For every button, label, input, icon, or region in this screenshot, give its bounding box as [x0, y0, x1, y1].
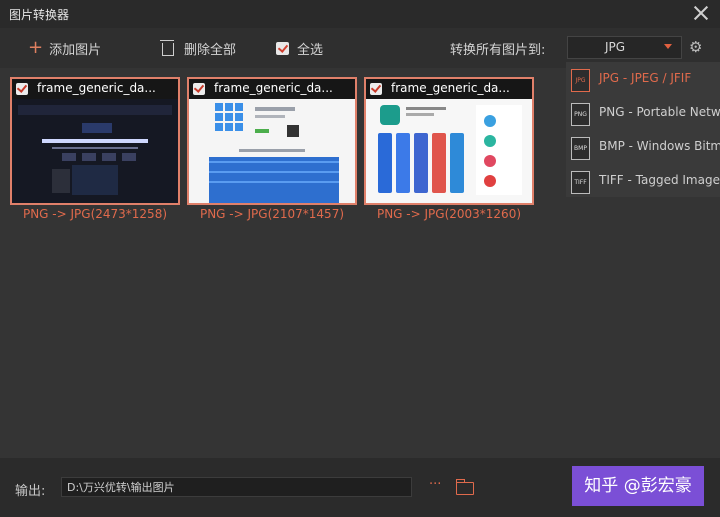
checkbox-icon — [276, 41, 289, 55]
close-icon[interactable] — [692, 4, 710, 22]
card-header: frame_generic_da... — [366, 79, 532, 99]
card-checkbox[interactable] — [193, 83, 205, 95]
card-checkbox[interactable] — [16, 83, 28, 95]
thumbnail-graphic — [366, 99, 532, 203]
format-option-bmp[interactable]: BMP BMP - Windows Bitmap — [566, 130, 720, 164]
format-option-png[interactable]: PNG PNG - Portable Networ — [566, 96, 720, 130]
format-dropdown[interactable]: JPG — [567, 36, 682, 59]
add-images-button[interactable]: + 添加图片 — [28, 38, 101, 58]
image-thumbnail — [189, 99, 355, 203]
card-filename: frame_generic_da... — [37, 81, 156, 95]
png-file-icon: PNG — [571, 103, 590, 126]
folder-icon[interactable] — [456, 479, 474, 495]
format-option-label: BMP - Windows Bitmap — [599, 139, 720, 153]
title-bar: 图片转换器 — [0, 0, 720, 28]
image-card[interactable]: frame_generic_da... — [187, 77, 357, 205]
image-converter-window: 图片转换器 + 添加图片 删除全部 全选 转换所有图片到: JPG ⚙ fram… — [0, 0, 720, 517]
format-option-label: JPG - JPEG / JFIF — [599, 71, 692, 85]
card-header: frame_generic_da... — [12, 79, 178, 99]
bmp-file-icon: BMP — [571, 137, 590, 160]
window-title: 图片转换器 — [9, 8, 70, 22]
delete-all-label: 删除全部 — [184, 42, 237, 58]
format-option-tiff[interactable]: TIFF TIFF - Tagged Image — [566, 164, 720, 198]
format-option-jpg[interactable]: JPG JPG - JPEG / JFIF — [566, 62, 720, 96]
card-conversion-info: PNG -> JPG(2473*1258) — [22, 207, 168, 221]
image-card[interactable]: frame_generic_da... — [10, 77, 180, 205]
thumbnail-graphic — [189, 99, 355, 203]
trash-icon — [160, 39, 174, 56]
convert-button[interactable]: 知乎 @彭宏豪 — [572, 466, 704, 506]
format-menu: JPG JPG - JPEG / JFIF PNG PNG - Portable… — [566, 62, 720, 197]
add-images-label: 添加图片 — [49, 42, 102, 58]
chevron-down-icon — [664, 44, 672, 49]
convert-all-to-label: 转换所有图片到: — [450, 43, 546, 58]
card-conversion-info: PNG -> JPG(2003*1260) — [376, 207, 522, 221]
card-header: frame_generic_da... — [189, 79, 355, 99]
thumbnail-graphic — [12, 99, 178, 203]
select-all-label: 全选 — [297, 42, 324, 58]
jpg-file-icon: JPG — [571, 69, 590, 92]
card-filename: frame_generic_da... — [391, 81, 510, 95]
plus-icon: + — [28, 37, 44, 58]
delete-all-button[interactable]: 删除全部 — [160, 38, 237, 58]
output-path-field[interactable]: D:\万兴优转\输出图片 — [61, 477, 412, 497]
image-thumbnail — [12, 99, 178, 203]
tiff-file-icon: TIFF — [571, 171, 590, 194]
image-card[interactable]: frame_generic_da... — [364, 77, 534, 205]
format-value: JPG — [605, 40, 626, 54]
format-option-label: TIFF - Tagged Image — [599, 173, 720, 187]
card-filename: frame_generic_da... — [214, 81, 333, 95]
output-label: 输出: — [15, 484, 46, 499]
gear-icon[interactable]: ⚙ — [689, 38, 702, 56]
select-all-checkbox[interactable]: 全选 — [276, 38, 323, 58]
output-bar: 输出: D:\万兴优转\输出图片 ··· 知乎 @彭宏豪 — [0, 458, 720, 517]
card-checkbox[interactable] — [370, 83, 382, 95]
format-option-label: PNG - Portable Networ — [599, 105, 720, 119]
image-thumbnail — [366, 99, 532, 203]
more-options-button[interactable]: ··· — [429, 477, 441, 492]
card-conversion-info: PNG -> JPG(2107*1457) — [199, 207, 345, 221]
